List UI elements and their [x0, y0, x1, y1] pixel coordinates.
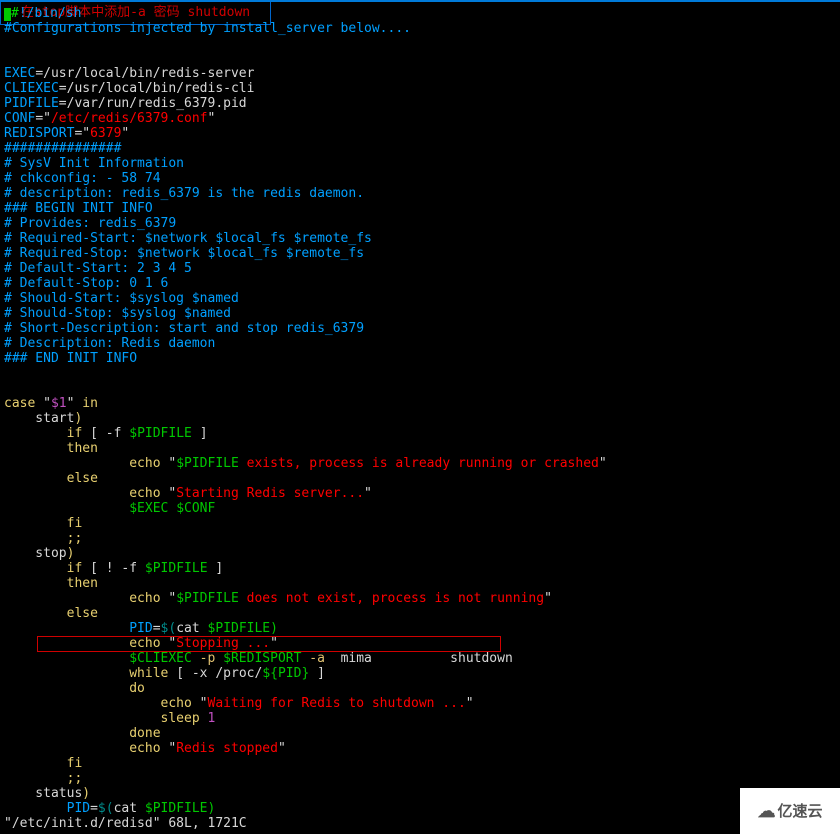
comment: #Configurations injected by install_serv… — [4, 21, 411, 36]
kw-echo: echo — [4, 741, 161, 756]
title-bar — [0, 0, 840, 2]
terminal-editor[interactable]: #!/bin/sh #Configurations injected by in… — [4, 6, 607, 831]
comment: # SysV Init Information — [4, 156, 184, 171]
comment: # Short-Description: start and stop redi… — [4, 321, 364, 336]
cursor — [4, 8, 11, 21]
var-exec-call: $EXEC — [4, 501, 168, 516]
kw-done: done — [4, 726, 161, 741]
comment: # Required-Start: $network $local_fs $re… — [4, 231, 372, 246]
kw-if: if — [4, 561, 82, 576]
comment: # Provides: redis_6379 — [4, 216, 176, 231]
var-pid2: PID — [4, 801, 90, 816]
cloud-icon: ☁ — [757, 802, 775, 820]
comment: ############### — [4, 141, 121, 156]
kw-echo: echo — [4, 486, 161, 501]
kw-else: else — [4, 471, 98, 486]
comment: # Description: Redis daemon — [4, 336, 215, 351]
comment: # Should-Start: $syslog $named — [4, 291, 239, 306]
kw-echo: echo — [4, 591, 161, 606]
kw-then: then — [4, 576, 98, 591]
case-start: start — [4, 411, 74, 426]
semi: ;; — [4, 771, 82, 786]
kw-fi: fi — [4, 756, 82, 771]
kw-echo: echo — [4, 456, 161, 471]
kw-echo: echo — [4, 636, 161, 651]
comment: # Default-Start: 2 3 4 5 — [4, 261, 192, 276]
shebang: !/bin/sh — [19, 6, 82, 21]
kw-fi: fi — [4, 516, 82, 531]
kw-while: while — [4, 666, 168, 681]
var-pidfile: PIDFILE — [4, 96, 59, 111]
comment: # description: redis_6379 is the redis d… — [4, 186, 364, 201]
case-stop: stop — [4, 546, 67, 561]
comment: # Default-Stop: 0 1 6 — [4, 276, 168, 291]
var-cliexec: CLIEXEC — [4, 81, 59, 96]
comment: # Required-Stop: $network $local_fs $rem… — [4, 246, 364, 261]
comment: # Should-Stop: $syslog $named — [4, 306, 231, 321]
var-conf: CONF — [4, 111, 35, 126]
kw-then: then — [4, 441, 98, 456]
vim-statusline: "/etc/init.d/redisd" 68L, 1721C — [4, 816, 247, 831]
comment: ### END INIT INFO — [4, 351, 137, 366]
watermark: ☁ 亿速云 — [740, 788, 840, 834]
kw-case: case — [4, 396, 35, 411]
case-status: status — [4, 786, 82, 801]
var-exec: EXEC — [4, 66, 35, 81]
kw-echo: echo — [4, 696, 192, 711]
semi: ;; — [4, 531, 82, 546]
kw-sleep: sleep — [4, 711, 208, 726]
var-redisport: REDISPORT — [4, 126, 74, 141]
shebang-hash: # — [11, 6, 19, 21]
kw-else: else — [4, 606, 98, 621]
cli-exec: $CLIEXEC — [4, 651, 192, 666]
comment: # chkconfig: - 58 74 — [4, 171, 161, 186]
kw-if: if — [4, 426, 82, 441]
watermark-text: 亿速云 — [777, 804, 822, 819]
var-pid: PID — [4, 621, 153, 636]
kw-do: do — [4, 681, 145, 696]
comment: ### BEGIN INIT INFO — [4, 201, 153, 216]
